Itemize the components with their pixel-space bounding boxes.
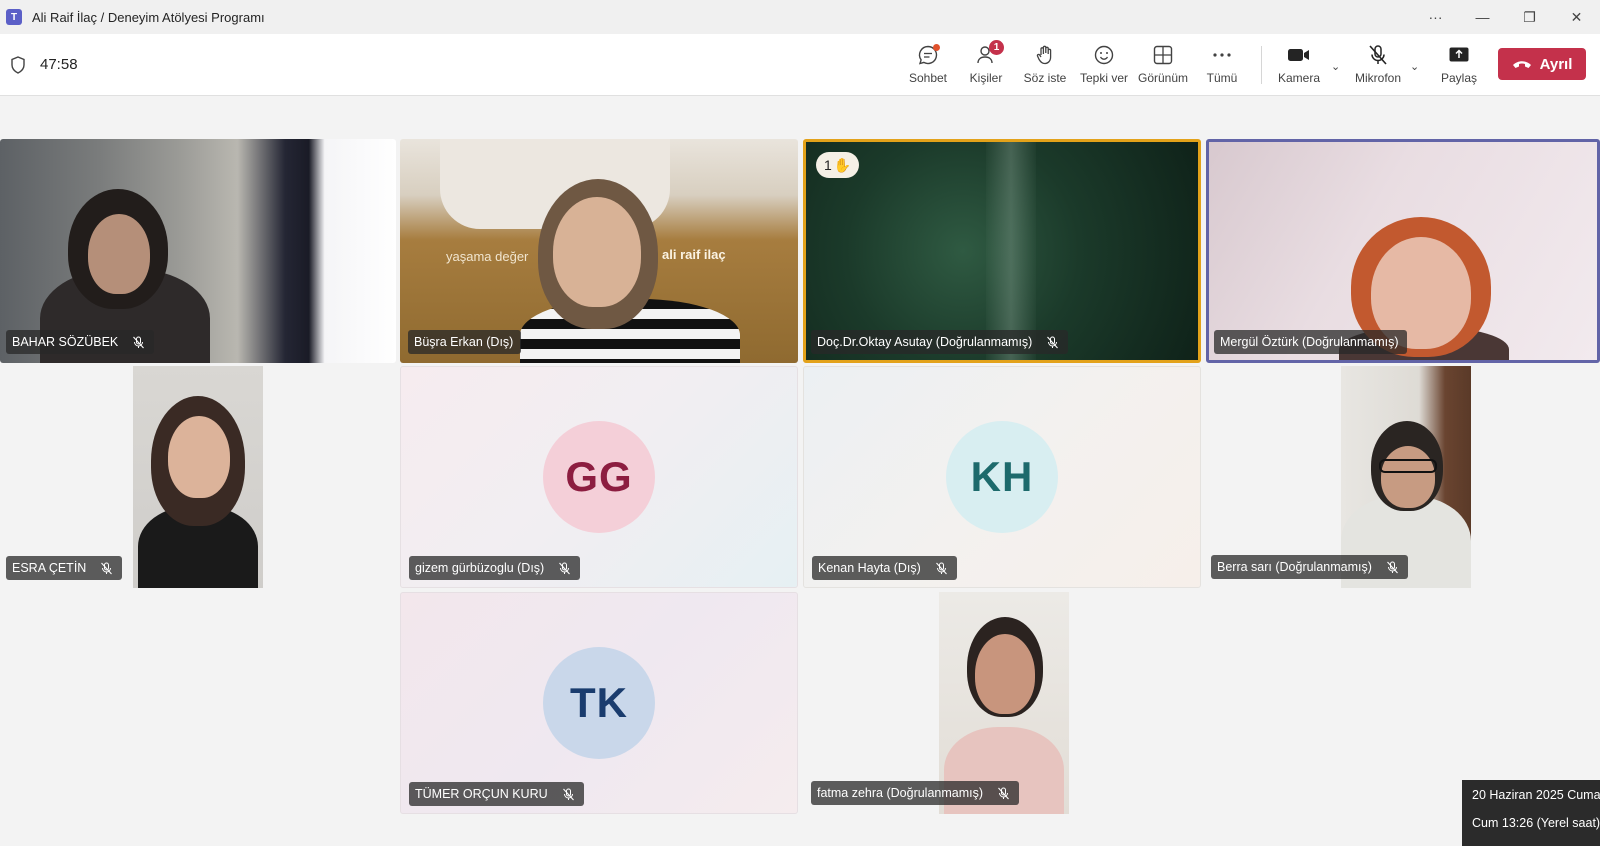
mic-muted-icon	[1386, 560, 1400, 574]
video-tile-mergul[interactable]: Mergül Öztürk (Doğrulanmamış)	[1206, 139, 1600, 363]
participant-name: Doç.Dr.Oktay Asutay (Doğrulanmamış)	[817, 335, 1033, 349]
raise-hand-button[interactable]: Söz iste	[1015, 42, 1075, 90]
participant-name: Mergül Öztürk (Doğrulanmamış)	[1220, 335, 1399, 349]
chat-icon	[915, 42, 941, 68]
hand-icon	[1032, 42, 1058, 68]
participant-nameplate: BAHAR SÖZÜBEK	[6, 330, 155, 354]
participant-avatar: GG	[543, 421, 655, 533]
people-button[interactable]: 1 Kişiler	[956, 40, 1016, 90]
ellipsis-icon	[1209, 42, 1235, 68]
shield-icon	[11, 56, 25, 74]
react-button[interactable]: Tepki ver	[1074, 42, 1134, 90]
mic-muted-icon	[1365, 42, 1391, 68]
date-text: 20 Haziran 2025 Cuma	[1472, 788, 1600, 802]
toolbar-divider	[1261, 46, 1262, 84]
participant-avatar: TK	[543, 647, 655, 759]
participant-name: fatma zehra (Doğrulanmamış)	[817, 786, 984, 800]
participant-nameplate: ESRA ÇETİN	[6, 556, 123, 580]
video-tile-fatma[interactable]: fatma zehra (Doğrulanmamış)	[803, 592, 1201, 814]
mic-muted-icon	[132, 335, 146, 349]
video-tile-bahar[interactable]: BAHAR SÖZÜBEK	[0, 139, 396, 363]
mic-muted-icon	[562, 787, 576, 801]
video-tile-busra[interactable]: yaşama değer ali raif ilaç Büşra Erkan (…	[400, 139, 798, 363]
background-text-left: yaşama değer	[446, 249, 529, 264]
window-controls: ··· — ❐ ✕	[1412, 0, 1600, 34]
participant-name: gizem gürbüzoglu (Dış)	[415, 561, 545, 575]
camera-icon	[1286, 42, 1312, 68]
participant-video	[133, 366, 263, 588]
background-text-right: ali raif ilaç	[662, 247, 726, 262]
participant-name: TÜMER ORÇUN KURU	[415, 787, 548, 801]
participant-nameplate: Doç.Dr.Oktay Asutay (Doğrulanmamış)	[811, 330, 1069, 354]
video-blur-light	[986, 142, 1036, 360]
video-tile-esra[interactable]: ESRA ÇETİN	[0, 366, 396, 588]
participant-name: Berra sarı (Doğrulanmamış)	[1217, 560, 1372, 574]
more-options-icon[interactable]: ···	[1412, 0, 1459, 34]
smiley-icon	[1091, 42, 1117, 68]
more-button[interactable]: Tümü	[1192, 42, 1252, 90]
participant-nameplate: fatma zehra (Doğrulanmamış)	[811, 781, 1020, 805]
participant-name: Büşra Erkan (Dış)	[414, 335, 514, 349]
teams-logo-icon: T	[6, 9, 22, 25]
hangup-icon	[1512, 61, 1531, 68]
avatar-tile-tumer[interactable]: TK TÜMER ORÇUN KURU	[400, 592, 798, 814]
participant-nameplate: Büşra Erkan (Dış)	[408, 330, 522, 354]
avatar-tile-gizem[interactable]: GG gizem gürbüzoglu (Dış)	[400, 366, 798, 588]
meeting-toolbar: 47:58 Sohbet 1 Kişiler Söz iste Tepki ve…	[0, 34, 1600, 96]
participant-name: Kenan Hayta (Dış)	[818, 561, 921, 575]
video-tile-oktay[interactable]: 1 ✋ Doç.Dr.Oktay Asutay (Doğrulanmamış)	[803, 139, 1201, 363]
close-icon[interactable]: ✕	[1553, 0, 1600, 34]
mic-button[interactable]: Mikrofon	[1348, 42, 1408, 90]
mic-muted-icon	[997, 786, 1011, 800]
time-text: Cum 13:26 (Yerel saat)	[1472, 816, 1600, 830]
camera-button[interactable]: Kamera	[1269, 42, 1329, 90]
people-icon: 1	[973, 40, 1004, 68]
participant-avatar: KH	[946, 421, 1058, 533]
chat-button[interactable]: Sohbet	[898, 42, 958, 90]
participant-nameplate: Berra sarı (Doğrulanmamış)	[1211, 555, 1408, 579]
grid-view-icon	[1150, 42, 1176, 68]
mic-options-chevron-icon[interactable]: ⌄	[1410, 60, 1419, 73]
camera-options-chevron-icon[interactable]: ⌄	[1331, 60, 1340, 73]
participant-nameplate: gizem gürbüzoglu (Dış)	[409, 556, 581, 580]
participant-nameplate: Kenan Hayta (Dış)	[812, 556, 957, 580]
participant-name: BAHAR SÖZÜBEK	[12, 335, 119, 349]
mic-muted-icon	[1046, 335, 1060, 349]
meeting-timer: 47:58	[40, 56, 78, 73]
share-icon	[1446, 42, 1472, 68]
hand-icon: ✋	[833, 156, 852, 173]
raised-hand-indicator: 1 ✋	[816, 152, 860, 178]
leave-button[interactable]: Ayrıl	[1498, 48, 1586, 80]
mic-muted-icon	[935, 561, 949, 575]
mic-muted-icon	[100, 561, 114, 575]
avatar-tile-kenan[interactable]: KH Kenan Hayta (Dış)	[803, 366, 1201, 588]
mic-muted-icon	[558, 561, 572, 575]
participant-name: ESRA ÇETİN	[12, 561, 87, 575]
glasses-icon	[1379, 459, 1437, 473]
minimize-icon[interactable]: —	[1459, 0, 1506, 34]
title-bar: T Ali Raif İlaç / Deneyim Atölyesi Progr…	[0, 0, 1600, 34]
view-button[interactable]: Görünüm	[1133, 42, 1193, 90]
unread-dot	[933, 44, 940, 51]
video-tile-berra[interactable]: Berra sarı (Doğrulanmamış)	[1206, 366, 1600, 588]
participant-nameplate: Mergül Öztürk (Doğrulanmamış)	[1214, 330, 1407, 354]
datetime-tooltip: 20 Haziran 2025 Cuma Cum 13:26 (Yerel sa…	[1462, 780, 1600, 846]
share-button[interactable]: Paylaş	[1429, 42, 1489, 90]
restore-icon[interactable]: ❐	[1506, 0, 1553, 34]
window-title: Ali Raif İlaç / Deneyim Atölyesi Program…	[32, 9, 265, 25]
participant-nameplate: TÜMER ORÇUN KURU	[409, 782, 584, 806]
people-badge: 1	[989, 40, 1004, 55]
